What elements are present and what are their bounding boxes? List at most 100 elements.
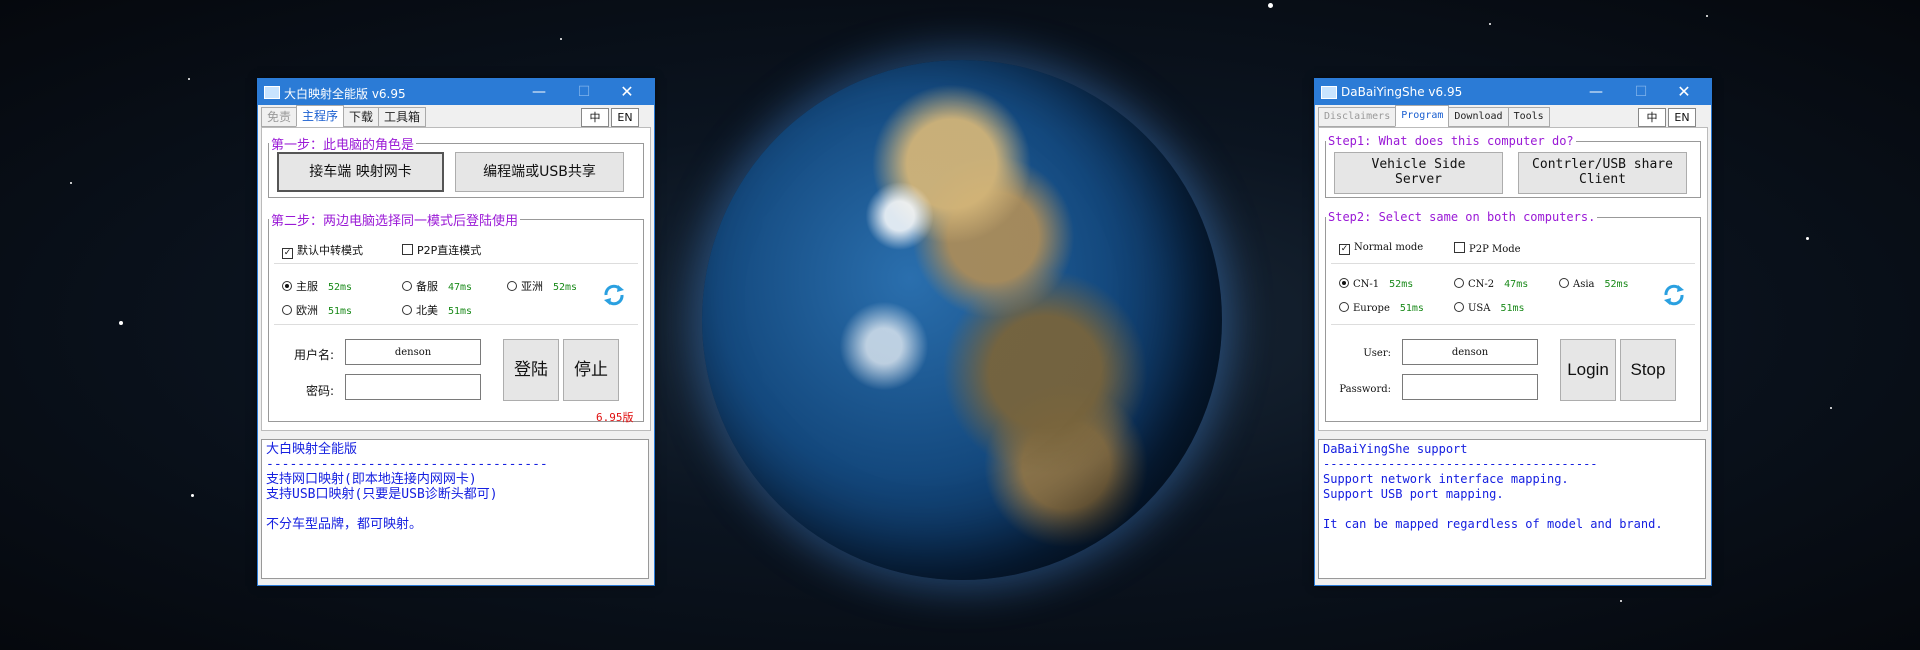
server-radio-asia[interactable]: Asia 52ms	[1559, 278, 1629, 290]
tab-bar: 免责 主程序 下载 工具箱	[261, 105, 427, 127]
server-radio-cn2[interactable]: CN-2 47ms	[1454, 278, 1528, 290]
server-name: USA	[1468, 303, 1491, 314]
vehicle-side-button[interactable]: 接车端 映射网卡	[277, 152, 444, 192]
minimize-icon[interactable]: —	[524, 81, 554, 103]
minimize-icon[interactable]: —	[1581, 81, 1611, 103]
username-field[interactable]: denson	[345, 339, 481, 365]
window-title: 大白映射全能版 v6.95	[284, 87, 406, 101]
server-radio-backup[interactable]: 备服 47ms	[402, 278, 472, 294]
server-name: CN-1	[1353, 279, 1380, 290]
server-radio-usa[interactable]: USA 51ms	[1454, 302, 1525, 314]
info-log[interactable]: 大白映射全能版 --------------------------------…	[261, 439, 649, 579]
lang-zh-button[interactable]: 中	[581, 108, 609, 127]
lang-en-button[interactable]: EN	[1668, 108, 1696, 127]
star	[191, 494, 194, 497]
star	[1830, 407, 1832, 409]
star	[70, 182, 72, 184]
lang-en-button[interactable]: EN	[611, 108, 639, 127]
tab-download[interactable]: Download	[1448, 107, 1509, 127]
server-radio-main[interactable]: 主服 52ms	[282, 278, 352, 294]
star	[1806, 237, 1809, 240]
user-field[interactable]: denson	[1402, 339, 1538, 365]
step1-legend: 第一步：此电脑的角色是	[271, 138, 415, 153]
server-name: Europe	[1353, 303, 1390, 314]
step2-legend: 第二步：两边电脑选择同一模式后登陆使用	[271, 214, 519, 229]
title-bar[interactable]: DaBaiYingShe v6.95 — ☐ ✕	[1315, 79, 1711, 105]
log-line: --------------------------------------	[1323, 457, 1598, 471]
window-dabai-chinese: 大白映射全能版 v6.95 — ☐ ✕ 免责 主程序 下载 工具箱 中 EN 第一步：…	[257, 78, 655, 586]
radio-dot	[402, 305, 412, 315]
mode-normal-checkbox[interactable]: ✓ Normal mode	[1339, 242, 1423, 255]
mode-p2p-checkbox[interactable]: P2P Mode	[1454, 242, 1521, 255]
log-line: DaBaiYingShe support	[1323, 442, 1468, 456]
server-name: 备服	[416, 280, 438, 293]
mode-p2p-checkbox[interactable]: P2P直连模式	[402, 242, 481, 258]
tab-tools[interactable]: 工具箱	[378, 107, 427, 127]
stop-button[interactable]: Stop	[1620, 339, 1676, 401]
divider	[274, 263, 638, 264]
mode-p2p-label: P2P Mode	[1469, 244, 1521, 255]
tab-main[interactable]: 主程序	[296, 105, 345, 127]
info-log[interactable]: DaBaiYingShe support -------------------…	[1318, 439, 1706, 579]
login-button[interactable]: Login	[1560, 339, 1616, 401]
stop-button[interactable]: 停止	[563, 339, 619, 401]
server-ping: 47ms	[448, 282, 473, 293]
log-line: It can be mapped regardless of model and…	[1323, 517, 1663, 531]
maximize-icon[interactable]: ☐	[569, 81, 599, 103]
server-radio-usa[interactable]: 北美 51ms	[402, 302, 472, 318]
checkmark-icon: ✓	[1339, 244, 1350, 255]
mode-relay-checkbox[interactable]: ✓ 默认中转模式	[282, 242, 363, 259]
server-ping: 51ms	[1399, 303, 1424, 314]
radio-dot	[1454, 302, 1464, 312]
divider	[1331, 324, 1695, 325]
refresh-icon[interactable]	[602, 283, 626, 307]
vehicle-side-server-button[interactable]: Vehicle Side Server	[1334, 152, 1503, 194]
server-radio-asia[interactable]: 亚洲 52ms	[507, 278, 577, 294]
server-ping: 52ms	[328, 282, 353, 293]
title-bar[interactable]: 大白映射全能版 v6.95 — ☐ ✕	[258, 79, 654, 105]
divider	[274, 324, 638, 325]
close-icon[interactable]: ✕	[1669, 81, 1699, 103]
password-field[interactable]	[345, 374, 481, 400]
controller-usb-share-client-button[interactable]: Contrler/USB share Client	[1518, 152, 1687, 194]
window-dabai-english: DaBaiYingShe v6.95 — ☐ ✕ Disclaimers Prog…	[1314, 78, 1712, 586]
close-icon[interactable]: ✕	[612, 81, 642, 103]
tab-disclaimer[interactable]: 免责	[261, 107, 298, 127]
server-ping: 47ms	[1504, 279, 1529, 290]
password-label: Password:	[1339, 384, 1391, 395]
version-label: 6.95版	[596, 411, 634, 424]
server-radio-europe[interactable]: 欧洲 51ms	[282, 302, 352, 318]
radio-dot	[282, 305, 292, 315]
tab-tools[interactable]: Tools	[1507, 107, 1550, 127]
maximize-icon[interactable]: ☐	[1626, 81, 1656, 103]
tab-program[interactable]: Program	[1395, 105, 1450, 127]
radio-dot	[1559, 278, 1569, 288]
log-line: Support network interface mapping.	[1323, 472, 1569, 486]
log-line: Support USB port mapping.	[1323, 487, 1504, 501]
server-name: 亚洲	[521, 280, 543, 293]
checkbox-box	[402, 244, 413, 255]
refresh-icon[interactable]	[1662, 283, 1686, 307]
radio-dot	[1454, 278, 1464, 288]
server-radio-cn1[interactable]: CN-1 52ms	[1339, 278, 1413, 290]
tab-download[interactable]: 下载	[343, 107, 380, 127]
star	[188, 78, 190, 80]
star	[1489, 23, 1491, 25]
programming-usb-share-button[interactable]: 编程端或USB共享	[455, 152, 624, 192]
server-radio-europe[interactable]: Europe 51ms	[1339, 302, 1424, 314]
app-icon	[264, 86, 280, 99]
lang-zh-button[interactable]: 中	[1638, 108, 1666, 127]
server-ping: 52ms	[1604, 279, 1629, 290]
user-label: User:	[1363, 348, 1391, 359]
log-line: 大白映射全能版	[266, 442, 358, 457]
server-name: CN-2	[1468, 279, 1495, 290]
password-field[interactable]	[1402, 374, 1538, 400]
login-button[interactable]: 登陆	[503, 339, 559, 401]
tab-disclaimers[interactable]: Disclaimers	[1318, 107, 1397, 127]
star	[119, 321, 123, 325]
radio-dot	[1339, 302, 1349, 312]
mode-p2p-label: P2P直连模式	[417, 244, 482, 257]
main-panel: Step1: What does this computer do? Vehic…	[1318, 127, 1708, 431]
